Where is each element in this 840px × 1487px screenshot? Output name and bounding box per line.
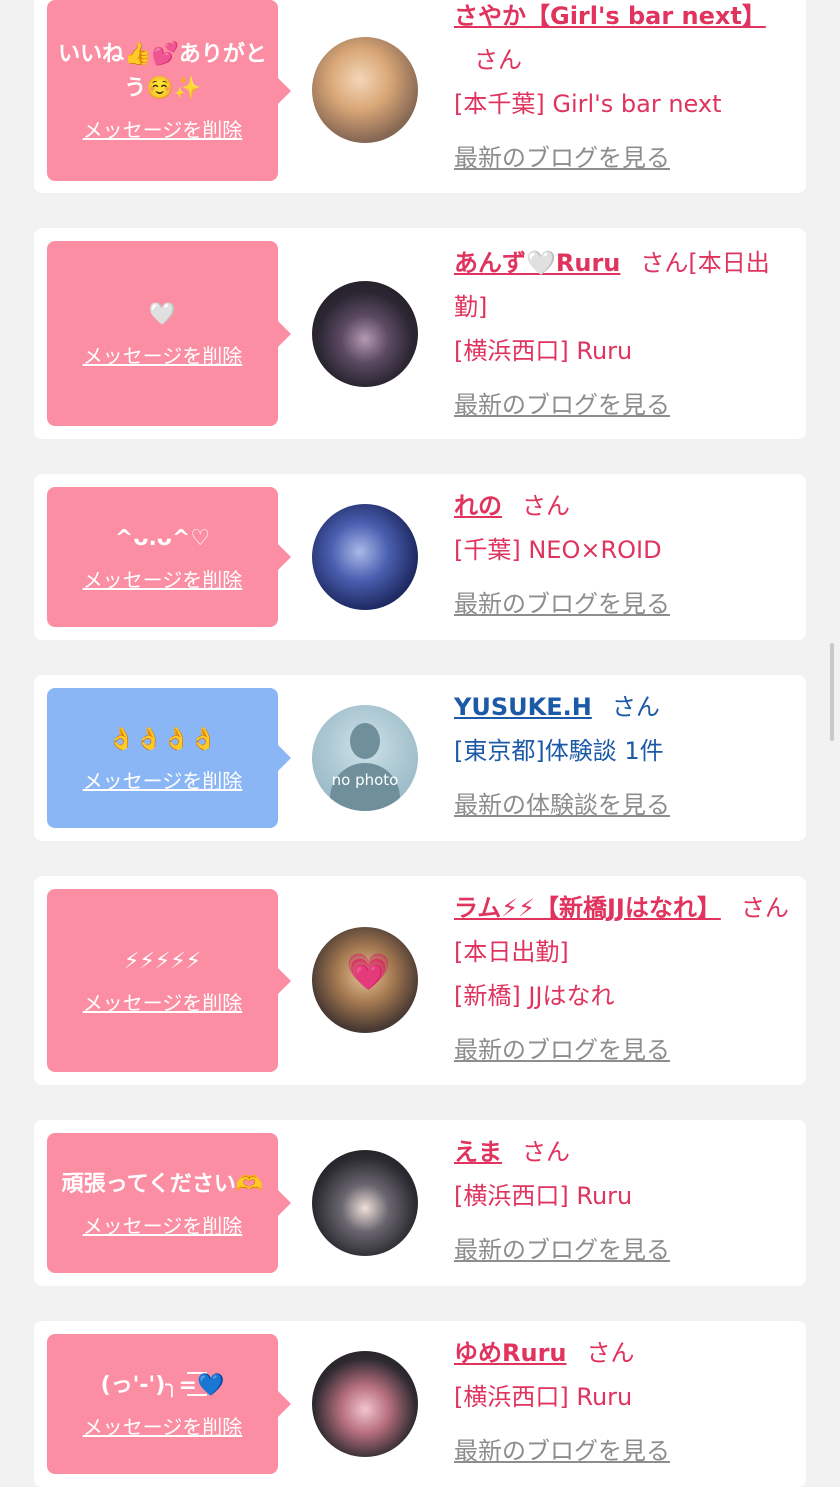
honorific: さん	[640, 249, 689, 277]
latest-blog-link[interactable]: 最新のブログを見る	[454, 1228, 794, 1272]
message-bubble: 頑張ってください🫶 メッセージを削除	[47, 1133, 291, 1273]
profile-name-link[interactable]: ゆめRuru	[454, 1339, 567, 1367]
honorific: さん	[740, 894, 789, 922]
delete-message-link[interactable]: メッセージを削除	[83, 114, 243, 143]
no-photo-label: no photo	[331, 771, 399, 789]
review-count-label: [東京都]体験談 1件	[454, 737, 664, 765]
shop-label: [横浜西口] Ruru	[454, 1182, 633, 1210]
avatar[interactable]	[312, 281, 418, 387]
message-bubble: (っ'-')╮=͟͟͞͞💙 メッセージを削除	[47, 1334, 291, 1474]
honorific: さん	[522, 1138, 570, 1166]
avatar[interactable]	[312, 37, 418, 143]
shop-label: [千葉] NEO×ROID	[454, 536, 662, 564]
message-text: 頑張ってください🫶	[61, 1171, 264, 1197]
silhouette-icon	[350, 723, 380, 759]
profile-info: えま さん [横浜西口] Ruru 最新のブログを見る	[454, 1130, 794, 1272]
profile-info: れの さん [千葉] NEO×ROID 最新のブログを見る	[454, 484, 794, 626]
latest-blog-link[interactable]: 最新のブログを見る	[454, 1429, 794, 1473]
delete-message-link[interactable]: メッセージを削除	[83, 765, 243, 794]
avatar[interactable]: 💗	[312, 927, 418, 1033]
message-text: いいね👍💕ありがとう☺️✨	[58, 42, 267, 101]
profile-name-link[interactable]: さやか【Girl's bar next】	[454, 2, 766, 30]
message-card: 🤍 メッセージを削除 あんず🤍Ruru さん[本日出勤] [横浜西口] Ruru …	[34, 228, 806, 439]
shop-label: [横浜西口] Ruru	[454, 1383, 633, 1411]
shop-label: [新橋] JJはなれ	[454, 982, 615, 1010]
latest-review-link[interactable]: 最新の体験談を見る	[454, 783, 794, 827]
message-card: (っ'-')╮=͟͟͞͞💙 メッセージを削除 ゆめRuru さん [横浜西口] R…	[34, 1321, 806, 1487]
heart-sticker-icon: 💗	[346, 952, 391, 993]
message-card: ^ᴗ.ᴗ^♡ メッセージを削除 れの さん [千葉] NEO×ROID 最新のブロ…	[34, 474, 806, 640]
delete-message-link[interactable]: メッセージを削除	[83, 987, 243, 1016]
latest-blog-link[interactable]: 最新のブログを見る	[454, 1028, 794, 1072]
message-bubble: ⚡⚡⚡⚡⚡ メッセージを削除	[47, 889, 291, 1072]
avatar[interactable]	[312, 504, 418, 610]
profile-name-link[interactable]: えま	[454, 1138, 502, 1166]
profile-info: あんず🤍Ruru さん[本日出勤] [横浜西口] Ruru 最新のブログを見る	[454, 241, 794, 427]
message-card: いいね👍💕ありがとう☺️✨ メッセージを削除 さやか【Girl's bar ne…	[34, 0, 806, 193]
delete-message-link[interactable]: メッセージを削除	[83, 1411, 243, 1440]
profile-info: さやか【Girl's bar next】さん [本千葉] Girl's bar …	[454, 0, 794, 180]
profile-info: YUSUKE.H さん [東京都]体験談 1件 最新の体験談を見る	[454, 685, 794, 827]
avatar[interactable]	[312, 1351, 418, 1457]
message-bubble: いいね👍💕ありがとう☺️✨ メッセージを削除	[47, 0, 291, 181]
shop-label: [横浜西口] Ruru	[454, 337, 633, 365]
latest-blog-link[interactable]: 最新のブログを見る	[454, 383, 794, 427]
delete-message-link[interactable]: メッセージを削除	[83, 1210, 243, 1239]
honorific: さん	[522, 492, 570, 520]
message-text: (っ'-')╮=͟͟͞͞💙	[100, 1372, 225, 1398]
honorific: さん	[474, 46, 522, 74]
avatar[interactable]: no photo	[312, 705, 418, 811]
profile-info: ゆめRuru さん [横浜西口] Ruru 最新のブログを見る	[454, 1331, 794, 1473]
honorific: さん	[586, 1339, 635, 1367]
message-bubble: ^ᴗ.ᴗ^♡ メッセージを削除	[47, 487, 291, 627]
message-text: 🤍	[148, 302, 177, 327]
attendance-tag: [本日出勤]	[454, 938, 569, 966]
latest-blog-link[interactable]: 最新のブログを見る	[454, 136, 794, 180]
profile-name-link[interactable]: YUSUKE.H	[454, 693, 592, 721]
honorific: さん	[611, 693, 660, 721]
profile-name-link[interactable]: ラム⚡⚡【新橋JJはなれ】	[454, 894, 721, 922]
message-card: 👌👌👌👌 メッセージを削除 no photo YUSUKE.H さん [東京都]体…	[34, 675, 806, 841]
message-bubble: 👌👌👌👌 メッセージを削除	[47, 688, 291, 828]
delete-message-link[interactable]: メッセージを削除	[83, 340, 243, 369]
message-text: ^ᴗ.ᴗ^♡	[114, 525, 211, 551]
delete-message-link[interactable]: メッセージを削除	[83, 564, 243, 593]
message-card: ⚡⚡⚡⚡⚡ メッセージを削除 💗 ラム⚡⚡【新橋JJはなれ】 さん [本日出勤] […	[34, 876, 806, 1085]
avatar[interactable]	[312, 1150, 418, 1256]
message-card: 頑張ってください🫶 メッセージを削除 えま さん [横浜西口] Ruru 最新のブ…	[34, 1120, 806, 1286]
message-text: 👌👌👌👌	[107, 726, 218, 752]
message-bubble: 🤍 メッセージを削除	[47, 241, 291, 426]
scrollbar[interactable]	[830, 643, 834, 741]
profile-name-link[interactable]: あんず🤍Ruru	[454, 249, 620, 277]
profile-info: ラム⚡⚡【新橋JJはなれ】 さん [本日出勤] [新橋] JJはなれ 最新のブログを…	[454, 886, 794, 1072]
shop-label: [本千葉] Girl's bar next	[454, 90, 722, 118]
profile-name-link[interactable]: れの	[454, 492, 502, 520]
message-text: ⚡⚡⚡⚡⚡	[123, 949, 202, 974]
latest-blog-link[interactable]: 最新のブログを見る	[454, 582, 794, 626]
